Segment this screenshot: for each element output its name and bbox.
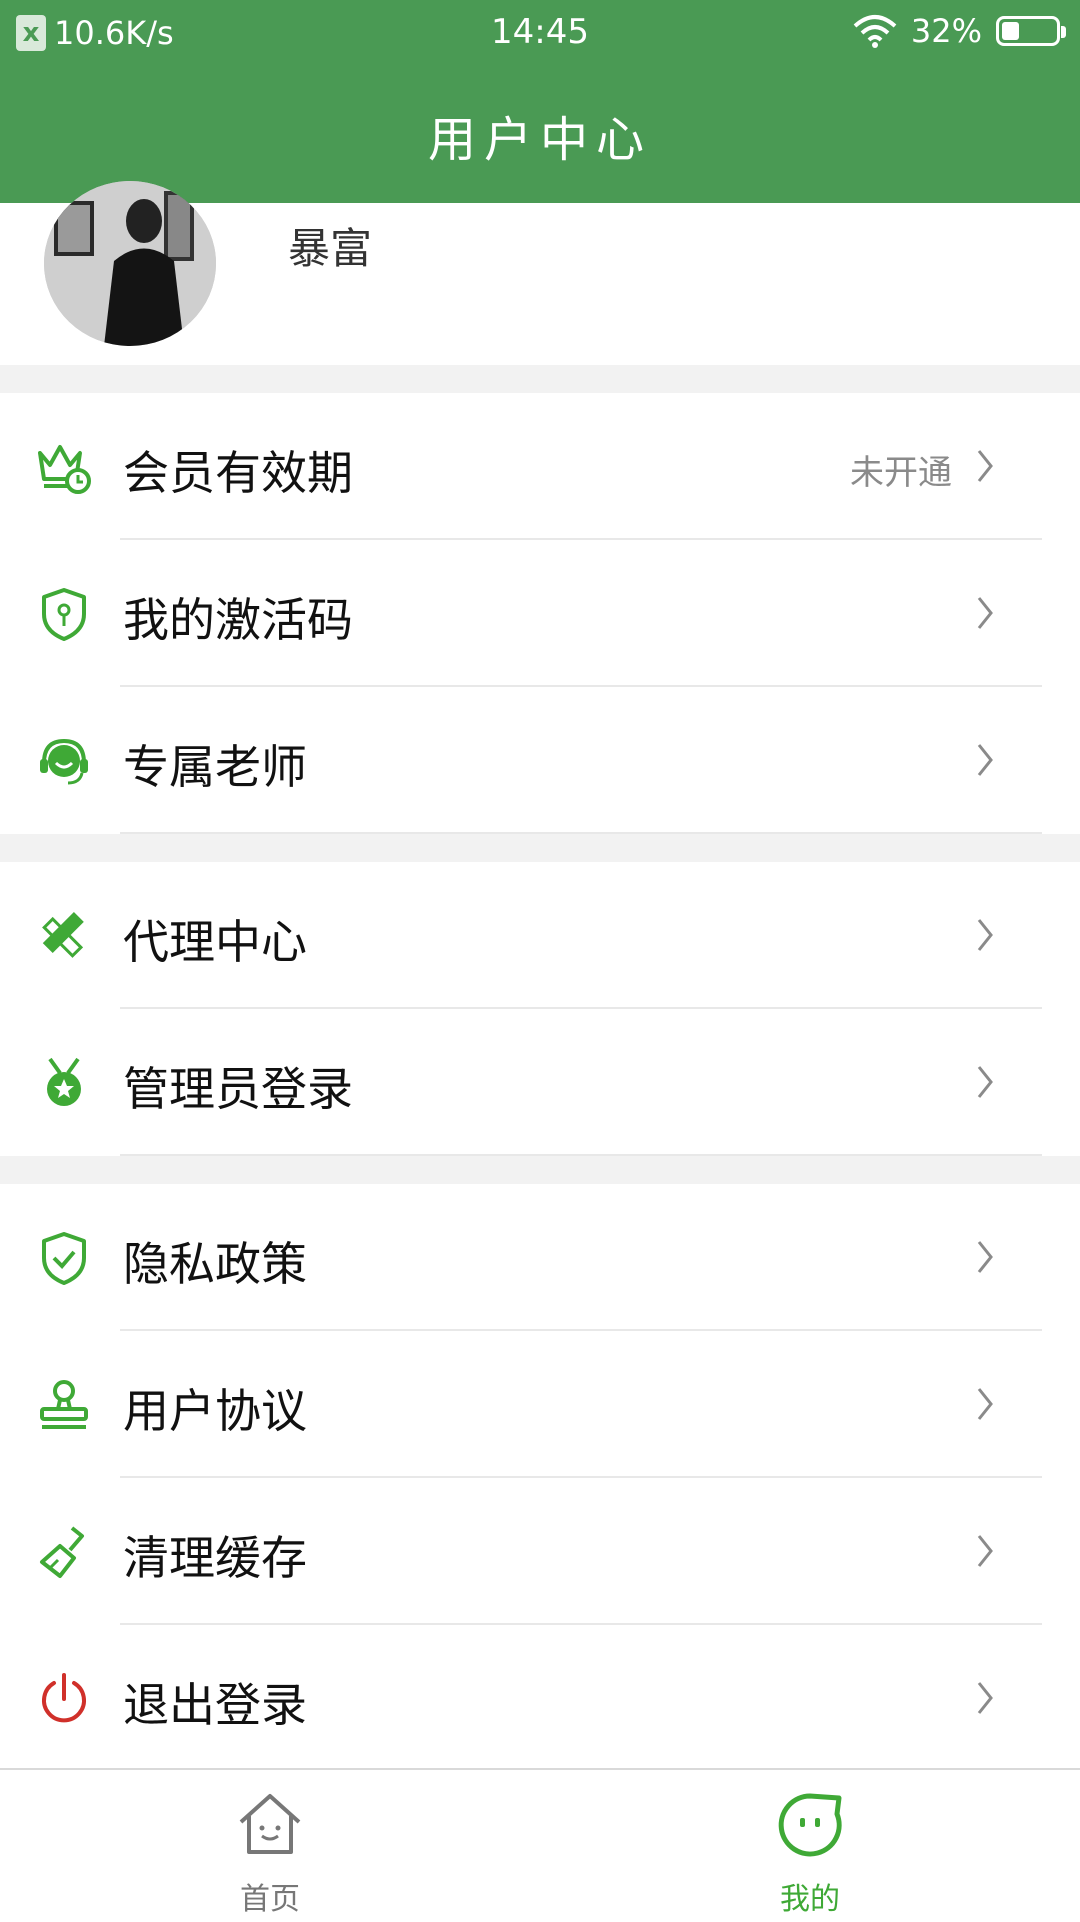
home-icon	[239, 1794, 301, 1854]
chevron-right-icon	[977, 1535, 993, 1567]
menu-item-user-agreement[interactable]: 用户协议	[0, 1331, 1080, 1478]
menu-item-admin-login[interactable]: 管理员登录	[0, 1009, 1080, 1156]
headset-icon	[40, 738, 88, 785]
menu-item-label: 我的激活码	[123, 593, 353, 647]
menu-item-label: 用户协议	[123, 1384, 307, 1438]
menu-item-label: 专属老师	[123, 740, 307, 794]
tab-mine[interactable]: 我的	[540, 1770, 1080, 1922]
shield-key-icon	[42, 588, 86, 641]
menu-item-activation-code[interactable]: 我的激活码	[0, 540, 1080, 687]
page-title: 用户中心	[427, 112, 652, 168]
menu-item-label: 退出登录	[123, 1678, 307, 1732]
tab-home[interactable]: 首页	[0, 1770, 540, 1922]
chevron-right-icon	[977, 450, 993, 482]
chevron-right-icon	[977, 597, 993, 629]
profile-card[interactable]: 暴富	[0, 181, 1080, 365]
section-gap	[0, 1156, 1080, 1184]
menu-item-agent-center[interactable]: 代理中心	[0, 862, 1080, 1009]
menu-item-label: 会员有效期	[123, 446, 353, 500]
pencil-ruler-icon	[42, 911, 84, 958]
menu-item-privacy-policy[interactable]: 隐私政策	[0, 1184, 1080, 1331]
membership-status: 未开通	[850, 453, 952, 493]
chevron-right-icon	[977, 1682, 993, 1714]
menu-item-logout[interactable]: 退出登录	[0, 1625, 1080, 1772]
chevron-right-icon	[977, 919, 993, 951]
shield-check-icon	[42, 1232, 86, 1285]
stamp-icon	[40, 1380, 88, 1429]
avatar[interactable]	[44, 181, 216, 346]
top-header: x 10.6K/s 14:45 32% 用户中心	[0, 0, 1080, 203]
tab-label: 我的	[780, 1882, 840, 1917]
section-gap	[0, 365, 1080, 393]
wifi-icon	[853, 15, 897, 48]
chevron-right-icon	[977, 1066, 993, 1098]
medal-icon	[47, 1057, 81, 1106]
battery-icon	[996, 16, 1066, 46]
power-icon	[42, 1673, 86, 1723]
menu-item-label: 管理员登录	[123, 1062, 353, 1116]
bottom-tab-bar: 首页 我的	[0, 1768, 1080, 1922]
section-gap	[0, 834, 1080, 862]
username: 暴富	[288, 224, 373, 273]
menu-item-label: 隐私政策	[123, 1237, 307, 1291]
menu-item-label: 代理中心	[123, 915, 307, 969]
tab-label: 首页	[240, 1882, 300, 1917]
chevron-right-icon	[977, 1388, 993, 1420]
smiley-bubble-icon	[778, 1793, 842, 1857]
menu-item-clear-cache[interactable]: 清理缓存	[0, 1478, 1080, 1625]
menu-item-label: 清理缓存	[123, 1531, 307, 1585]
chevron-right-icon	[977, 744, 993, 776]
battery-level	[1002, 22, 1019, 40]
status-bar: x 10.6K/s 14:45 32%	[0, 0, 1080, 66]
battery-percent: 32%	[910, 12, 982, 50]
chevron-right-icon	[977, 1241, 993, 1273]
menu-item-teacher[interactable]: 专属老师	[0, 687, 1080, 834]
crown-clock-icon	[38, 445, 91, 494]
brush-icon	[40, 1526, 84, 1578]
menu-item-membership[interactable]: 会员有效期 未开通	[0, 393, 1080, 540]
